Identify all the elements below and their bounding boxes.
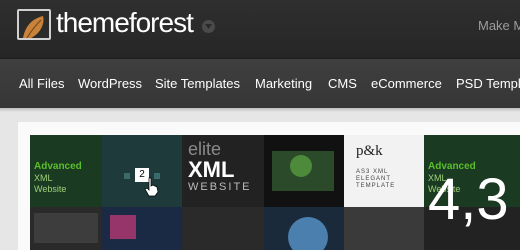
tile-pk-template[interactable]: p&k AS3 XML ELEGANT TEMPLATE — [344, 135, 424, 250]
logo-text[interactable]: themeforest — [56, 6, 194, 40]
hand-pointer-icon — [144, 177, 159, 197]
category-nav: All Files WordPress Site Templates Marke… — [0, 58, 520, 108]
nav-all-files[interactable]: All Files — [19, 76, 65, 91]
nav-shadow — [0, 108, 520, 112]
logo-icon[interactable] — [17, 9, 51, 40]
tile-pk-line3: TEMPLATE — [356, 183, 396, 189]
tile-pagination[interactable]: 2 — [102, 135, 182, 250]
tile-advanced-label: Advanced — [34, 161, 82, 172]
tile-elite-xml[interactable]: elite XML WEBSITE — [182, 135, 264, 250]
tile-xml-label: XML — [34, 173, 53, 183]
top-bar: themeforest Make M — [0, 0, 520, 58]
tile-xml-big: XML — [188, 157, 235, 182]
nav-ecommerce[interactable]: eCommerce — [371, 76, 442, 91]
make-money-link[interactable]: Make M — [478, 18, 520, 33]
tile-pk-label: p&k — [356, 143, 383, 159]
nav-wordpress[interactable]: WordPress — [78, 76, 142, 91]
tile-website-label: Website — [34, 184, 67, 194]
nav-cms[interactable]: CMS — [328, 76, 357, 91]
tile-website-big: WEBSITE — [188, 181, 252, 193]
tile-pk-line1: AS3 XML — [356, 169, 389, 175]
tile-advanced-xml[interactable]: Advanced XML Website — [30, 135, 102, 250]
tile-tree-photo[interactable] — [264, 135, 344, 250]
nav-site-templates[interactable]: Site Templates — [155, 76, 240, 91]
chevron-down-icon[interactable] — [202, 20, 215, 33]
nav-psd-templates[interactable]: PSD Templa — [456, 76, 520, 91]
nav-marketing[interactable]: Marketing — [255, 76, 312, 91]
tile-pk-line2: ELEGANT — [356, 176, 392, 182]
stat-number: 4,3 — [428, 167, 509, 232]
